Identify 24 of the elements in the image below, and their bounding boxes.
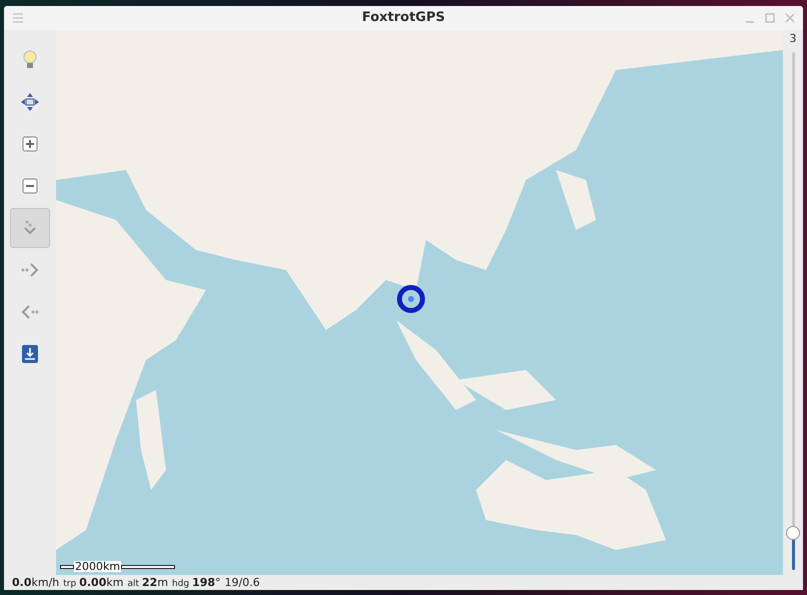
plus-icon (22, 136, 38, 152)
minus-icon (22, 178, 38, 194)
map-drawing[interactable]: 2000km (56, 30, 783, 575)
move-arrows-icon (20, 92, 40, 112)
maximize-icon[interactable] (765, 13, 775, 23)
gps-position-marker (397, 285, 425, 313)
download-icon (22, 345, 38, 363)
status-reading: hdg 198° (172, 576, 221, 588)
status-reading: 0.0km/h (12, 577, 60, 588)
close-icon[interactable] (785, 13, 795, 23)
scale-label: 2000km (74, 561, 122, 572)
scale-bar (121, 564, 176, 568)
window-title: FoxtrotGPS (362, 9, 445, 28)
menu-icon[interactable] (12, 13, 24, 23)
chevron-right-icon (20, 262, 40, 278)
scale-bar (60, 564, 74, 568)
zoom-slider-thumb[interactable] (786, 526, 800, 540)
status-reading: 19/0.6 (224, 577, 260, 588)
zoom-slider[interactable] (786, 52, 800, 570)
bulb-icon (21, 50, 39, 70)
status-reading: alt 22m (127, 576, 168, 588)
chevron-left-icon (20, 304, 40, 320)
zoom-level-label: 3 (790, 31, 796, 47)
status-reading: trp 0.00km (63, 576, 124, 588)
